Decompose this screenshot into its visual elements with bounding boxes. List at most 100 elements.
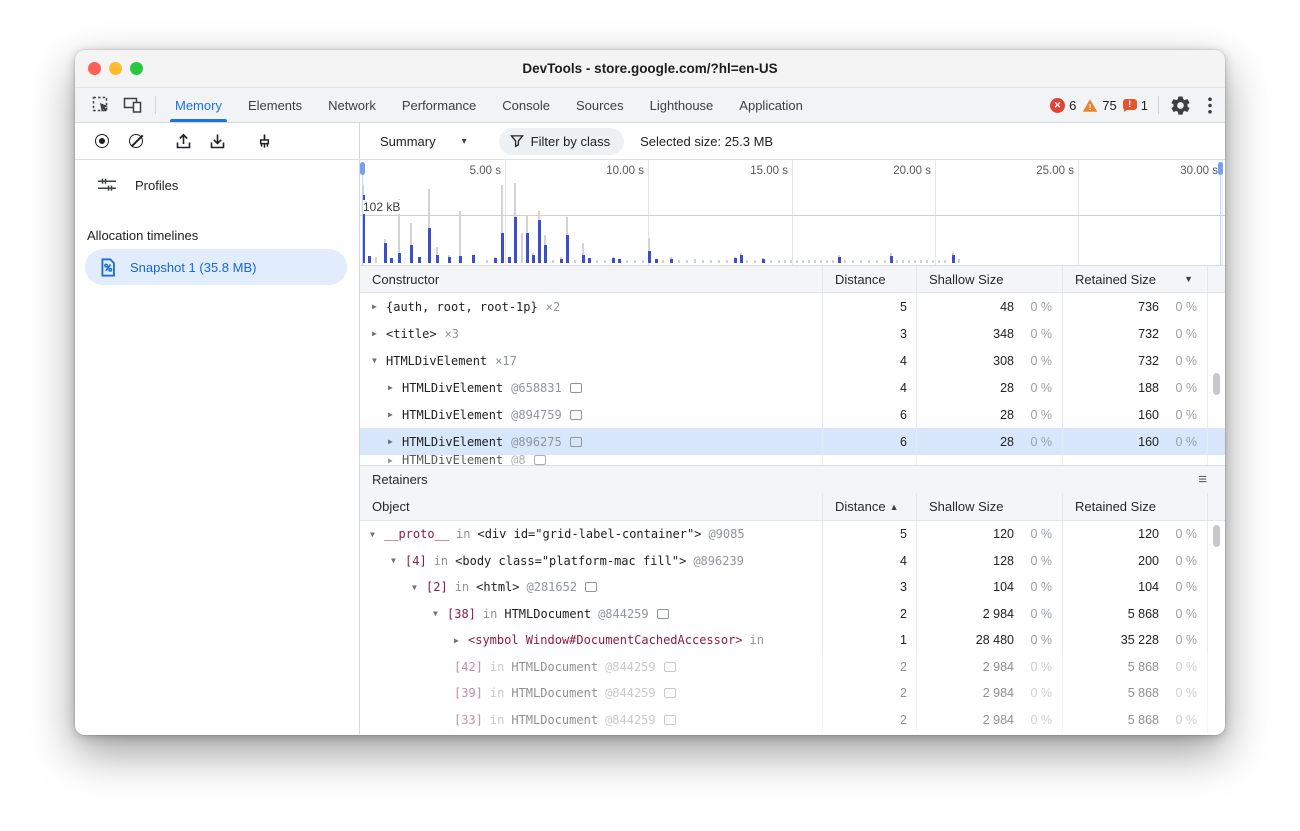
disclosure-triangle-icon[interactable]: ▶	[388, 410, 402, 419]
object-id: @896239	[693, 554, 744, 568]
toggle-device-toolbar-button[interactable]	[117, 88, 149, 122]
clear-profiles-button[interactable]	[119, 127, 153, 155]
object-id: @894759	[511, 408, 562, 422]
column-header-retained-size[interactable]: Retained Size	[1063, 493, 1208, 520]
tab-memory[interactable]: Memory	[162, 88, 235, 122]
disclosure-triangle-icon[interactable]: ▶	[388, 456, 402, 465]
table-row[interactable]: [39]inHTMLDocument@844259 2 2 9840 % 5 8…	[360, 680, 1225, 707]
profile-actions	[75, 123, 360, 159]
tab-elements[interactable]: Elements	[235, 88, 315, 122]
table-row[interactable]: ▶HTMLDivElement@658831 4 280 % 1880 %	[360, 374, 1225, 401]
tab-performance[interactable]: Performance	[389, 88, 489, 122]
tab-network[interactable]: Network	[315, 88, 389, 122]
table-row[interactable]: ▼__proto__in<div id="grid-label-containe…	[360, 521, 1225, 548]
table-row[interactable]: ▼[2]in<html>@281652 3 1040 % 1040 %	[360, 574, 1225, 601]
disclosure-triangle-icon[interactable]: ▶	[372, 302, 386, 311]
retainer-edge: [39]	[454, 686, 483, 700]
table-row[interactable]: ▶HTMLDivElement@894759 6 280 % 1600 %	[360, 401, 1225, 428]
reveal-in-elements-icon[interactable]	[664, 715, 676, 725]
table-row[interactable]: [42]inHTMLDocument@844259 2 2 9840 % 5 8…	[360, 654, 1225, 681]
column-header-shallow-size[interactable]: Shallow Size	[917, 266, 1063, 292]
inspect-element-button[interactable]	[85, 88, 117, 122]
retainers-menu-icon[interactable]: ≡	[1198, 472, 1207, 487]
save-profile-button[interactable]	[200, 127, 234, 155]
issues-count: 1	[1141, 98, 1148, 113]
reveal-in-elements-icon[interactable]	[664, 688, 676, 698]
size-marker-label: 102 kB	[363, 200, 403, 214]
table-row[interactable]: ▶{auth, root, root-1p}×2 5 480 % 7360 %	[360, 293, 1225, 320]
heap-snapshot-icon	[100, 258, 116, 277]
table-row[interactable]: ▼[4]in<body class="platform-mac fill">@8…	[360, 548, 1225, 575]
record-heap-button[interactable]	[85, 127, 119, 155]
disclosure-triangle-icon[interactable]: ▼	[391, 556, 405, 565]
retainer-target: <div id="grid-label-container">	[477, 527, 701, 541]
disclosure-triangle-icon[interactable]: ▶	[388, 383, 402, 392]
reveal-in-elements-icon[interactable]	[570, 410, 582, 420]
inspect-icon	[92, 96, 111, 115]
tab-lighthouse[interactable]: Lighthouse	[637, 88, 727, 122]
warnings-badge[interactable]: ! 75	[1082, 98, 1116, 113]
devtools-tabbar: Memory Elements Network Performance Cons…	[75, 88, 1225, 123]
table-row[interactable]: ▶<symbol Window#DocumentCachedAccessor>i…	[360, 627, 1225, 654]
table-row[interactable]: ▼HTMLDivElement×17 4 3080 % 7320 %	[360, 347, 1225, 374]
sort-desc-icon: ▼	[1184, 274, 1193, 284]
zoom-window-button[interactable]	[130, 62, 143, 75]
retainer-edge: [42]	[454, 660, 483, 674]
error-icon: ✕	[1050, 98, 1065, 113]
perspective-select[interactable]: Summary ▾	[368, 134, 477, 149]
column-header-shallow-size[interactable]: Shallow Size	[917, 493, 1063, 520]
disclosure-triangle-icon[interactable]: ▶	[454, 636, 468, 645]
object-id: @844259	[605, 660, 656, 674]
warning-icon: !	[1082, 98, 1098, 113]
kebab-menu-icon	[1208, 97, 1212, 114]
tab-sources[interactable]: Sources	[563, 88, 637, 122]
allocation-timeline[interactable]: 5.00 s 10.00 s 15.00 s 20.00 s 25.00 s 3…	[360, 160, 1225, 265]
collect-garbage-button[interactable]	[247, 127, 281, 155]
class-filter-input[interactable]: Filter by class	[499, 128, 624, 155]
disclosure-triangle-icon[interactable]: ▶	[372, 329, 386, 338]
reveal-in-elements-icon[interactable]	[585, 582, 597, 592]
sidebar-item-snapshot-1[interactable]: Snapshot 1 (35.8 MB)	[85, 249, 347, 285]
table-row[interactable]: ▼[38]inHTMLDocument@844259 2 2 9840 % 5 …	[360, 601, 1225, 628]
disclosure-triangle-icon[interactable]: ▼	[433, 609, 447, 618]
selection-line-right	[1220, 162, 1221, 265]
tabbar-separator	[155, 96, 156, 114]
selection-handle-left[interactable]	[360, 162, 365, 175]
disclosure-triangle-icon[interactable]: ▼	[372, 356, 386, 365]
sidebar-item-profiles[interactable]: Profiles	[75, 168, 359, 202]
column-header-retained-size[interactable]: Retained Size▼	[1063, 266, 1208, 292]
column-header-distance[interactable]: Distance	[823, 266, 917, 292]
retainer-edge: <symbol Window#DocumentCachedAccessor>	[468, 633, 743, 647]
minimize-window-button[interactable]	[109, 62, 122, 75]
disclosure-triangle-icon[interactable]: ▼	[370, 530, 384, 539]
snapshot-toolbar: Summary ▾ Filter by class Selected size:…	[360, 123, 1225, 159]
load-profile-button[interactable]	[166, 127, 200, 155]
reveal-in-elements-icon[interactable]	[657, 609, 669, 619]
column-header-object[interactable]: Object	[360, 493, 823, 520]
table-row-selected[interactable]: ▶HTMLDivElement@896275 6 280 % 1600 %	[360, 428, 1225, 455]
filter-icon	[510, 134, 524, 148]
reveal-in-elements-icon[interactable]	[570, 437, 582, 447]
heap-view: 5.00 s 10.00 s 15.00 s 20.00 s 25.00 s 3…	[360, 160, 1225, 734]
table-row[interactable]: [33]inHTMLDocument@844259 2 2 9840 % 5 8…	[360, 707, 1225, 734]
reveal-in-elements-icon[interactable]	[534, 455, 546, 465]
issues-badge[interactable]: ! 1	[1123, 98, 1148, 113]
close-window-button[interactable]	[88, 62, 101, 75]
tab-console[interactable]: Console	[489, 88, 563, 122]
column-header-constructor[interactable]: Constructor	[360, 266, 823, 292]
table-row-clipped[interactable]: ▶HTMLDivElement@8	[360, 455, 1225, 465]
table-row[interactable]: ▶<title>×3 3 3480 % 7320 %	[360, 320, 1225, 347]
settings-button[interactable]	[1165, 88, 1195, 122]
disclosure-triangle-icon[interactable]: ▶	[388, 437, 402, 446]
reveal-in-elements-icon[interactable]	[570, 383, 582, 393]
more-options-button[interactable]	[1195, 88, 1225, 122]
selection-handle-right[interactable]	[1218, 162, 1223, 175]
retainers-scrollbar-thumb[interactable]	[1213, 525, 1220, 547]
reveal-in-elements-icon[interactable]	[664, 662, 676, 672]
errors-badge[interactable]: ✕ 6	[1050, 98, 1076, 113]
disclosure-triangle-icon[interactable]: ▼	[412, 583, 426, 592]
retainer-target: HTMLDocument	[511, 660, 598, 674]
constructor-scrollbar-thumb[interactable]	[1213, 373, 1220, 395]
tab-application[interactable]: Application	[726, 88, 816, 122]
column-header-distance[interactable]: Distance▲	[823, 493, 917, 520]
